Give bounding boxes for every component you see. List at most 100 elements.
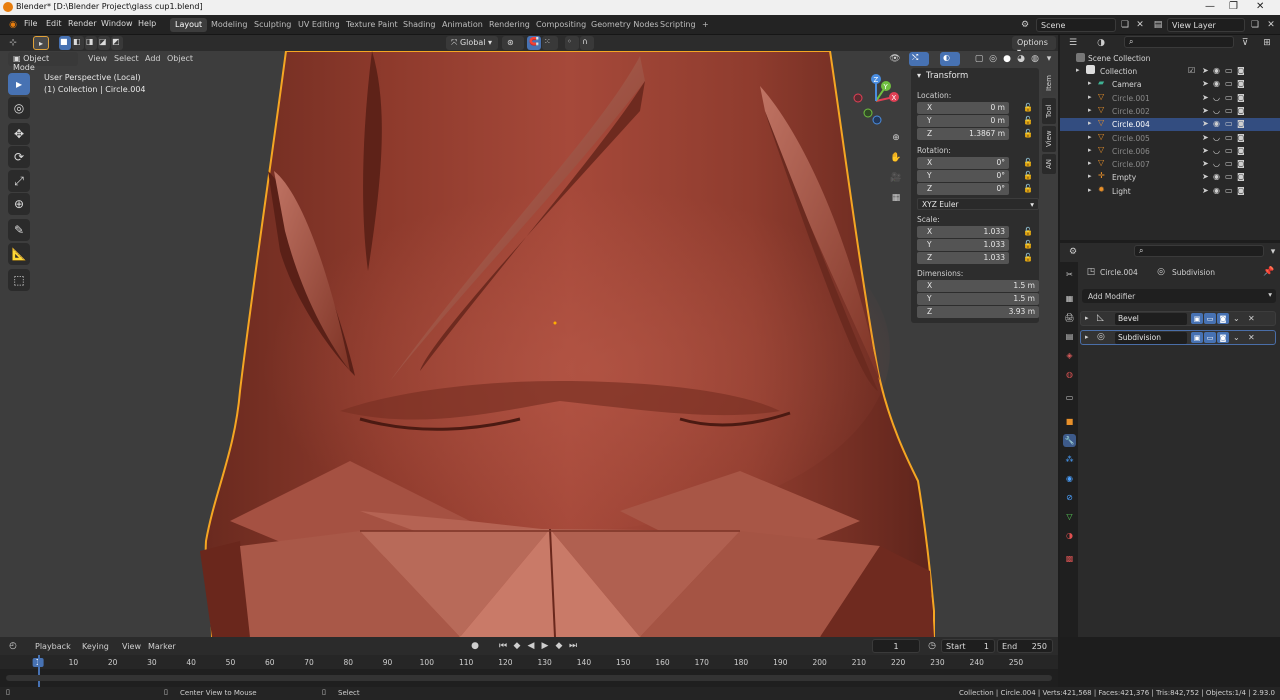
tab-uv-editing[interactable]: UV Editing <box>293 18 345 32</box>
close-icon[interactable]: ✕ <box>1256 1 1264 12</box>
expand-icon[interactable]: ▸ <box>1088 133 1092 141</box>
new-scene-icon[interactable]: ❏ <box>1118 18 1132 32</box>
delete-scene-icon[interactable]: ✕ <box>1133 18 1147 32</box>
lock-scale-z-icon[interactable]: 🔓 <box>1023 253 1033 262</box>
play-reverse-icon[interactable]: ◀ <box>524 639 538 653</box>
edit-mode-icon[interactable]: ▣ <box>1191 332 1203 343</box>
proportional-edit-icon[interactable]: ◦ <box>565 36 579 50</box>
lock-location-z-icon[interactable]: 🔓 <box>1023 129 1033 138</box>
collection-tab-icon[interactable]: ▭ <box>1063 391 1076 404</box>
outliner-item-circle-007[interactable]: ▸ ▽ Circle.007 ➤ ◡ ▭ ◙ <box>1060 158 1280 171</box>
view-layer-field[interactable]: View Layer <box>1167 18 1245 32</box>
record-icon[interactable]: ● <box>468 639 482 653</box>
shading-rendered-icon[interactable]: ◍ <box>1028 52 1042 66</box>
shading-options-icon[interactable]: ▾ <box>1042 52 1056 66</box>
data-tab-icon[interactable]: ▽ <box>1063 510 1076 523</box>
edit-mode-icon[interactable]: ▣ <box>1191 313 1203 324</box>
tab-scripting[interactable]: Scripting <box>655 18 701 32</box>
render-camera-icon[interactable]: ◙ <box>1237 133 1245 142</box>
current-frame-field[interactable]: 1 <box>872 639 920 653</box>
menu-window[interactable]: Window <box>101 19 133 28</box>
scale-z-field[interactable]: Z 1.033 <box>917 252 1009 264</box>
jump-start-icon[interactable]: ⏮ <box>496 639 510 653</box>
expand-icon[interactable]: ▸ <box>1088 106 1092 114</box>
select-mode-new-icon[interactable]: ■ <box>59 36 71 50</box>
shading-material-icon[interactable]: ◕ <box>1014 52 1028 66</box>
rotation-y-field[interactable]: Y 0° <box>917 170 1009 182</box>
modifier-menu-icon[interactable]: ⌄ <box>1233 333 1240 342</box>
add-modifier-dropdown[interactable]: Add Modifier ▾ <box>1082 289 1276 303</box>
new-view-layer-icon[interactable]: ❏ <box>1248 18 1262 32</box>
visibility-eye-icon[interactable]: ◡ <box>1213 146 1220 155</box>
viewport-disable-icon[interactable]: ▭ <box>1225 146 1233 155</box>
render-camera-icon[interactable]: ◙ <box>1237 66 1245 75</box>
object-tab-icon[interactable]: ■ <box>1063 415 1076 428</box>
subdivision-name-field[interactable]: Subdivision <box>1115 332 1187 344</box>
prev-keyframe-icon[interactable]: ◆ <box>510 639 524 653</box>
expand-icon[interactable]: ▸ <box>1088 172 1092 180</box>
expand-icon[interactable]: ▸ <box>1088 159 1092 167</box>
tab-sculpting[interactable]: Sculpting <box>249 18 296 32</box>
select-mode-extend-icon[interactable]: ◧ <box>72 36 84 50</box>
maximize-icon[interactable]: ❐ <box>1229 1 1238 12</box>
outliner-scene-collection[interactable]: Scene Collection <box>1060 52 1280 65</box>
selectable-icon[interactable]: ➤ <box>1202 79 1209 88</box>
properties-options-icon[interactable]: ▾ <box>1266 245 1280 259</box>
selectable-icon[interactable]: ➤ <box>1202 172 1209 181</box>
outliner-editor-type-icon[interactable]: ☰ <box>1066 36 1080 50</box>
viewport-disable-icon[interactable]: ▭ <box>1225 133 1233 142</box>
visibility-selectability-icon[interactable]: 👁 <box>888 52 902 66</box>
zoom-icon[interactable]: ⊕ <box>889 131 903 145</box>
selectable-icon[interactable]: ➤ <box>1202 159 1209 168</box>
rotate-tool-icon[interactable]: ⟳ <box>8 146 30 168</box>
location-z-field[interactable]: Z 1.3867 m <box>917 128 1009 140</box>
dimensions-y-field[interactable]: Y 1.5 m <box>917 293 1039 305</box>
frame-start-field[interactable]: Start 1 <box>941 639 995 653</box>
expand-icon[interactable]: ▸ <box>1085 333 1089 341</box>
scene-field[interactable]: Scene <box>1036 18 1116 32</box>
timeline-menu-marker[interactable]: Marker <box>148 642 176 651</box>
checkbox-icon[interactable]: ☑ <box>1188 66 1195 75</box>
menu-help[interactable]: Help <box>138 19 156 28</box>
annotate-tool-icon[interactable]: ✎ <box>8 219 30 241</box>
remove-modifier-icon[interactable]: ✕ <box>1248 333 1255 342</box>
render-camera-icon[interactable]: ◙ <box>1237 79 1245 88</box>
dimensions-z-field[interactable]: Z 3.93 m <box>917 306 1039 318</box>
timeline-ruler[interactable]: 1102030405060708090100110120130140150160… <box>0 655 1058 669</box>
timeline-menu-keying[interactable]: Keying <box>82 642 109 651</box>
visibility-eye-icon[interactable]: ◡ <box>1213 133 1220 142</box>
options-dropdown[interactable]: Options ▾ <box>1012 36 1056 56</box>
frame-end-field[interactable]: End 250 <box>997 639 1053 653</box>
location-y-field[interactable]: Y 0 m <box>917 115 1009 127</box>
texture-tab-icon[interactable]: ▩ <box>1063 552 1076 565</box>
render-camera-icon[interactable]: ◙ <box>1237 172 1245 181</box>
shading-wireframe-icon[interactable]: ◎ <box>986 52 1000 66</box>
viewport-disable-icon[interactable]: ▭ <box>1225 66 1233 75</box>
render-camera-icon[interactable]: ◙ <box>1237 106 1245 115</box>
world-tab-icon[interactable]: ◍ <box>1063 368 1076 381</box>
particles-tab-icon[interactable]: ⁂ <box>1063 453 1076 466</box>
camera-view-icon[interactable]: 🎥 <box>889 171 903 185</box>
filter-icon[interactable]: ⊽ <box>1238 36 1252 50</box>
transform-collapse-icon[interactable]: ▾ <box>917 71 921 80</box>
viewport-disable-icon[interactable]: ▭ <box>1225 106 1233 115</box>
selectable-icon[interactable]: ➤ <box>1202 66 1209 75</box>
tab-tool[interactable]: Tool <box>1042 98 1056 124</box>
visibility-eye-icon[interactable]: ◉ <box>1213 66 1220 75</box>
expand-icon[interactable]: ▸ <box>1085 314 1089 322</box>
viewport-menu-add[interactable]: Add <box>145 54 161 63</box>
viewport-menu-select[interactable]: Select <box>114 54 139 63</box>
pivot-point-icon[interactable]: ⊛ <box>502 36 524 50</box>
timeline-scrollbar[interactable] <box>6 675 1052 681</box>
render-camera-icon[interactable]: ◙ <box>1237 119 1245 128</box>
gizmos-toggle-icon[interactable]: ⤭ <box>909 52 929 66</box>
timeline-menu-playback[interactable]: Playback <box>35 642 71 651</box>
lock-rotation-y-icon[interactable]: 🔓 <box>1023 171 1033 180</box>
tab-an[interactable]: AN <box>1042 154 1056 174</box>
view-layer-icon[interactable]: ▤ <box>1151 18 1165 32</box>
menu-file[interactable]: File <box>24 19 37 28</box>
timeline-menu-view[interactable]: View <box>122 642 141 651</box>
snap-toggle-icon[interactable]: 🧲 <box>527 36 541 50</box>
viewport-disable-icon[interactable]: ▭ <box>1225 159 1233 168</box>
scale-x-field[interactable]: X 1.033 <box>917 226 1009 238</box>
